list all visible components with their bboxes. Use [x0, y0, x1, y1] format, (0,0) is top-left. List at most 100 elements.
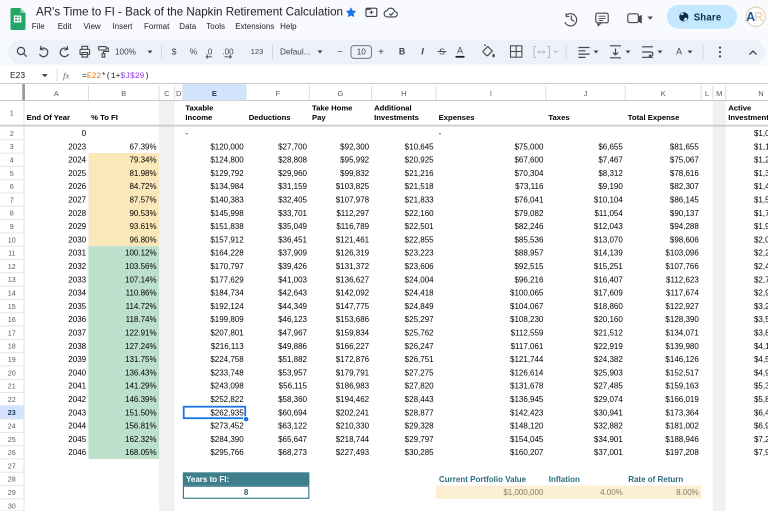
svg-text:fx: fx: [63, 70, 69, 80]
svg-text:67.39%: 67.39%: [129, 142, 156, 151]
svg-text:$243,098: $243,098: [210, 382, 244, 391]
svg-text:L: L: [705, 89, 709, 98]
svg-text:15: 15: [8, 302, 16, 311]
svg-text:$136,945: $136,945: [510, 395, 544, 404]
svg-text:$108,230: $108,230: [510, 315, 544, 324]
svg-text:$173,364: $173,364: [665, 408, 699, 417]
svg-text:$131,372: $131,372: [336, 262, 370, 271]
svg-text:$184,734: $184,734: [210, 289, 244, 298]
svg-text:I: I: [490, 89, 492, 98]
svg-text:$70,304: $70,304: [514, 169, 543, 178]
svg-text:AR's Time to FI - Back of the: AR's Time to FI - Back of the Napkin Ret…: [36, 5, 343, 18]
svg-text:$2,082,168: $2,082,168: [754, 235, 768, 244]
svg-text:A: A: [676, 47, 682, 57]
svg-text:$197,208: $197,208: [665, 448, 699, 457]
svg-text:I: I: [421, 47, 424, 57]
svg-text:R: R: [754, 10, 763, 24]
svg-text:151.50%: 151.50%: [125, 408, 157, 417]
svg-text:$24,849: $24,849: [405, 302, 434, 311]
svg-text:$22,919: $22,919: [594, 342, 623, 351]
svg-text:−: −: [337, 47, 343, 58]
svg-text:81.98%: 81.98%: [129, 169, 156, 178]
svg-text:$27,275: $27,275: [405, 368, 434, 377]
svg-text:D: D: [176, 89, 182, 98]
svg-text:24: 24: [8, 422, 16, 431]
svg-text:File: File: [32, 22, 45, 31]
svg-text:$25,297: $25,297: [405, 315, 434, 324]
svg-text:$139,980: $139,980: [665, 342, 699, 351]
svg-text:$172,876: $172,876: [336, 355, 370, 364]
svg-text:$21,512: $21,512: [594, 329, 623, 338]
svg-text:$100,065: $100,065: [510, 289, 544, 298]
svg-text:$24,418: $24,418: [405, 289, 434, 298]
svg-text:$13,070: $13,070: [594, 235, 623, 244]
svg-text:$: $: [172, 47, 177, 57]
svg-text:$31,159: $31,159: [278, 182, 307, 191]
svg-text:$147,775: $147,775: [336, 302, 370, 311]
svg-text:Total Expense: Total Expense: [628, 113, 680, 122]
svg-text:C: C: [164, 89, 170, 98]
svg-text:$295,766: $295,766: [210, 448, 244, 457]
svg-text:$3,823,041: $3,823,041: [754, 329, 768, 338]
svg-text:$160,207: $160,207: [510, 448, 544, 457]
svg-text:7: 7: [10, 195, 14, 204]
svg-text:$23,606: $23,606: [405, 262, 434, 271]
svg-text:$233,748: $233,748: [210, 368, 244, 377]
svg-text:$53,957: $53,957: [278, 368, 307, 377]
svg-text:Insert: Insert: [112, 22, 133, 31]
svg-text:$12,043: $12,043: [594, 222, 623, 231]
svg-text:$124,800: $124,800: [210, 156, 244, 165]
svg-text:6: 6: [10, 182, 14, 191]
svg-text:$49,886: $49,886: [278, 342, 307, 351]
svg-text:$112,559: $112,559: [511, 329, 544, 338]
svg-text:$24,004: $24,004: [405, 275, 434, 284]
svg-text:End Of Year: End Of Year: [27, 113, 70, 122]
svg-text:103.56%: 103.56%: [125, 262, 157, 271]
svg-text:$86,145: $86,145: [670, 196, 699, 205]
svg-text:$16,407: $16,407: [594, 275, 623, 284]
svg-text:$170,797: $170,797: [210, 262, 244, 271]
svg-text:$81,655: $81,655: [670, 142, 699, 151]
svg-text:20: 20: [8, 368, 16, 377]
svg-text:$117,061: $117,061: [511, 342, 544, 351]
svg-text:.0: .0: [206, 47, 213, 56]
svg-text:$186,983: $186,983: [336, 382, 370, 391]
svg-text:$56,115: $56,115: [279, 382, 308, 391]
svg-text:Defaul...: Defaul...: [280, 47, 311, 56]
svg-text:$30,285: $30,285: [405, 448, 434, 457]
svg-text:$37,001: $37,001: [594, 448, 623, 457]
svg-text:2028: 2028: [68, 209, 86, 218]
svg-text:19: 19: [8, 355, 16, 364]
svg-text:M: M: [716, 89, 722, 98]
svg-text:Investments: Investments: [374, 113, 419, 122]
svg-text:$41,003: $41,003: [278, 275, 307, 284]
svg-text:$21,216: $21,216: [405, 169, 434, 178]
svg-text:2041: 2041: [68, 382, 86, 391]
svg-text:$22,855: $22,855: [405, 235, 434, 244]
svg-text:$146,126: $146,126: [665, 355, 699, 364]
svg-text:2039: 2039: [68, 355, 86, 364]
svg-text:17: 17: [8, 328, 16, 337]
svg-text:$3,507,506: $3,507,506: [754, 315, 768, 324]
svg-text:$76,041: $76,041: [514, 196, 543, 205]
svg-text:2023: 2023: [68, 142, 86, 151]
svg-text:16: 16: [8, 315, 16, 324]
svg-text:$153,686: $153,686: [336, 315, 370, 324]
svg-text:18: 18: [8, 342, 16, 351]
svg-text:$75,000: $75,000: [514, 142, 543, 151]
svg-text:$164,228: $164,228: [210, 249, 244, 258]
svg-text:$5,393,766: $5,393,766: [754, 382, 768, 391]
svg-text:96.80%: 96.80%: [129, 235, 156, 244]
svg-text:$32,405: $32,405: [278, 196, 307, 205]
svg-text:25: 25: [8, 435, 16, 444]
svg-text:$28,808: $28,808: [278, 156, 307, 165]
svg-text:$68,273: $68,273: [278, 448, 307, 457]
svg-text:View: View: [84, 22, 101, 31]
svg-text:$44,349: $44,349: [278, 302, 307, 311]
svg-text:$35,049: $35,049: [278, 222, 307, 231]
svg-text:Data: Data: [179, 22, 196, 31]
svg-text:2024: 2024: [68, 156, 86, 165]
svg-text:$192,124: $192,124: [210, 302, 244, 311]
svg-text:131.75%: 131.75%: [125, 355, 157, 364]
svg-text:J: J: [584, 89, 588, 98]
